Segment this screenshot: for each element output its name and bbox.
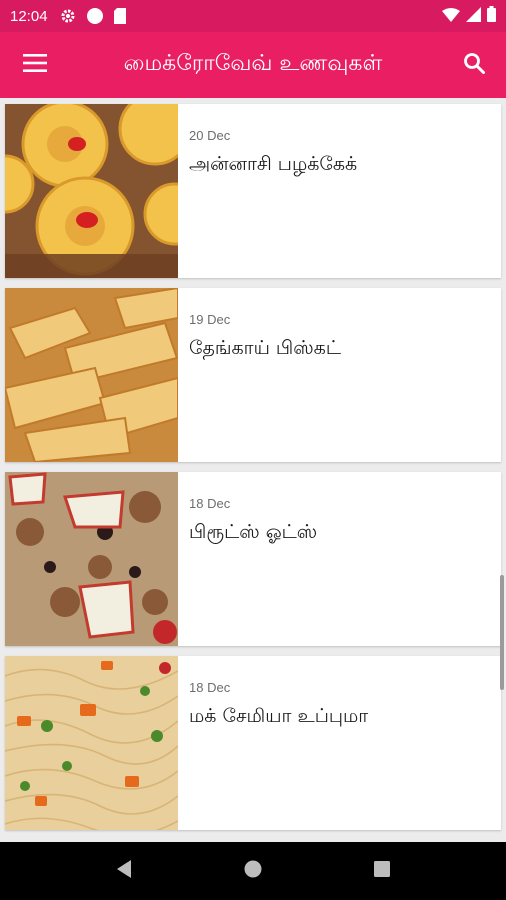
status-bar: 12:04: [0, 0, 506, 32]
scrollbar-thumb[interactable]: [500, 575, 504, 690]
recipe-date: 19 Dec: [189, 312, 231, 327]
back-button[interactable]: [104, 851, 144, 891]
list-item[interactable]: 19 Dec தேங்காய் பிஸ்கட்: [5, 288, 501, 462]
list-item[interactable]: 20 Dec அன்னாசி பழக்கேக்: [5, 104, 501, 278]
fruits-oats-image: [5, 472, 178, 646]
coconut-biscuit-image: [5, 288, 178, 462]
back-icon: [115, 859, 133, 883]
home-icon: [243, 859, 263, 883]
recipe-date: 20 Dec: [189, 128, 231, 143]
recipe-title: தேங்காய் பிஸ்கட்: [189, 337, 341, 359]
navigation-bar: [0, 842, 506, 900]
home-button[interactable]: [233, 851, 273, 891]
recents-icon: [373, 860, 391, 882]
recipe-title: பிரூட்ஸ் ஓட்ஸ்: [189, 521, 318, 543]
wifi-icon: [442, 7, 460, 26]
recents-button[interactable]: [362, 851, 402, 891]
circle-icon: [86, 7, 104, 25]
list-item[interactable]: 18 Dec மக் சேமியா உப்புமா: [5, 656, 501, 830]
recipe-list[interactable]: 20 Dec அன்னாசி பழக்கேக் 19 Dec தேங்காய் …: [0, 98, 506, 842]
hamburger-menu-icon: [23, 54, 47, 76]
settings-icon: [60, 8, 76, 24]
semiya-upma-image: [5, 656, 178, 830]
recipe-date: 18 Dec: [189, 496, 231, 511]
search-button[interactable]: [442, 32, 506, 98]
app-bar: மைக்ரோவேவ் உணவுகள்: [0, 32, 506, 98]
search-icon: [463, 52, 485, 78]
pineapple-cake-image: [5, 104, 178, 278]
page-title: மைக்ரோவேவ் உணவுகள்: [123, 51, 383, 76]
menu-button[interactable]: [0, 32, 70, 98]
recipe-title: மக் சேமியா உப்புமா: [189, 705, 369, 727]
battery-icon: [487, 6, 496, 26]
recipe-date: 18 Dec: [189, 680, 231, 695]
recipe-title: அன்னாசி பழக்கேக்: [189, 153, 358, 175]
sd-card-icon: [113, 8, 126, 24]
list-item[interactable]: 18 Dec பிரூட்ஸ் ஓட்ஸ்: [5, 472, 501, 646]
status-time: 12:04: [10, 7, 48, 25]
signal-icon: [466, 6, 481, 26]
